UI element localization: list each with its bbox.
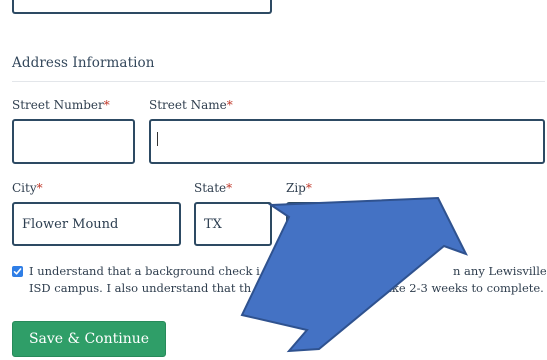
save-continue-button[interactable]: Save & Continue <box>12 321 166 357</box>
street-name-label-text: Street Name <box>149 98 227 112</box>
section-divider <box>12 81 545 82</box>
consent-checkbox[interactable] <box>12 266 23 277</box>
previous-field-bottom-edge <box>12 0 272 14</box>
consent-text: I understand that a background check i n… <box>29 263 547 297</box>
street-number-label: Street Number* <box>12 98 110 112</box>
consent-line-1-end: n any Lewisville <box>453 264 547 278</box>
consent-line-2-start: ISD campus. I also understand that th <box>29 281 252 295</box>
required-marker: * <box>226 98 233 112</box>
required-marker: * <box>305 181 312 195</box>
consent-line-1: I understand that a background check i n… <box>29 263 547 280</box>
arrow-annotation <box>240 196 469 353</box>
city-label: City* <box>12 181 43 195</box>
required-marker: * <box>103 98 110 112</box>
text-cursor <box>157 132 158 146</box>
street-name-label: Street Name* <box>149 98 233 112</box>
street-name-field[interactable] <box>149 119 545 164</box>
checkmark-icon <box>13 268 22 275</box>
consent-line-2-end: ake 2-3 weeks to complete. <box>385 281 544 295</box>
zip-field[interactable] <box>286 202 409 246</box>
street-number-field[interactable] <box>12 119 135 164</box>
state-label: State* <box>194 181 232 195</box>
state-field[interactable] <box>194 202 272 246</box>
street-name-wrapper <box>149 119 545 164</box>
consent-line-1-start: I understand that a background check i <box>29 264 260 278</box>
consent-line-2: ISD campus. I also understand that th ak… <box>29 280 547 297</box>
section-title-address: Address Information <box>12 55 155 71</box>
city-label-text: City <box>12 181 37 195</box>
state-label-text: State <box>194 181 227 195</box>
street-number-label-text: Street Number <box>12 98 104 112</box>
city-field[interactable] <box>12 202 181 246</box>
zip-label: Zip* <box>286 181 312 195</box>
required-marker: * <box>226 181 233 195</box>
zip-label-text: Zip <box>286 181 306 195</box>
required-marker: * <box>36 181 43 195</box>
